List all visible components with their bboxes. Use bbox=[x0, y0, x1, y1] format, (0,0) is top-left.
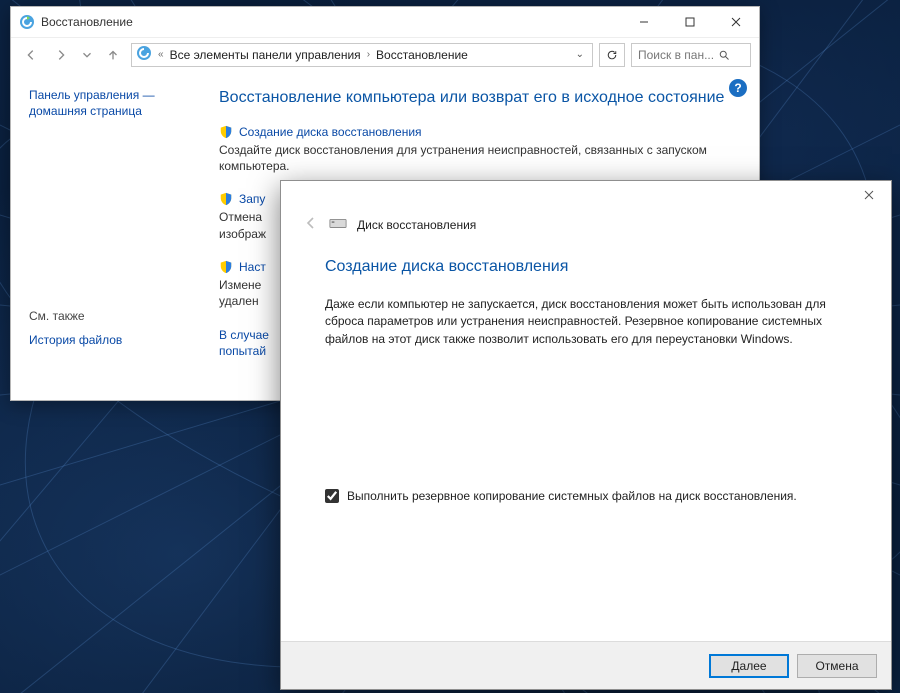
cp-window-title: Восстановление bbox=[41, 15, 621, 29]
wz-next-button[interactable]: Далее bbox=[709, 654, 789, 678]
breadcrumb-separator-icon: › bbox=[367, 49, 370, 60]
nav-up-button[interactable] bbox=[101, 43, 125, 67]
cp-desc-create-recovery: Создайте диск восстановления для устране… bbox=[219, 142, 735, 174]
minimize-button[interactable] bbox=[621, 7, 667, 37]
nav-back-button[interactable] bbox=[19, 43, 43, 67]
uac-shield-icon bbox=[219, 192, 233, 206]
uac-shield-icon bbox=[219, 260, 233, 274]
drive-icon bbox=[329, 216, 347, 233]
uac-shield-icon bbox=[219, 125, 233, 139]
wz-backup-checkbox-label[interactable]: Выполнить резервное копирование системны… bbox=[347, 488, 797, 504]
recovery-wizard-window: Диск восстановления Создание диска восст… bbox=[280, 180, 892, 690]
wz-header-title: Диск восстановления bbox=[357, 218, 476, 232]
sidebar-home-link[interactable]: Панель управления — домашняя страница bbox=[29, 87, 189, 119]
help-icon[interactable]: ? bbox=[729, 79, 747, 97]
sidebar-see-also-label: См. также bbox=[29, 309, 189, 323]
sidebar-file-history-link[interactable]: История файлов bbox=[29, 333, 189, 347]
wz-header: Диск восстановления bbox=[281, 209, 891, 234]
cp-link-create-recovery[interactable]: Создание диска восстановления bbox=[239, 125, 422, 139]
wz-heading: Создание диска восстановления bbox=[325, 258, 847, 276]
search-box[interactable]: Поиск в пан... bbox=[631, 43, 751, 67]
close-button[interactable] bbox=[713, 7, 759, 37]
recovery-app-icon bbox=[19, 14, 35, 30]
wz-paragraph: Даже если компьютер не запускается, диск… bbox=[325, 296, 847, 348]
search-icon bbox=[718, 49, 730, 61]
address-bar[interactable]: « Все элементы панели управления › Восст… bbox=[131, 43, 593, 67]
wz-footer: Далее Отмена bbox=[281, 641, 891, 689]
breadcrumb-item-all[interactable]: Все элементы панели управления bbox=[170, 48, 361, 62]
cp-link-restore[interactable]: Запу bbox=[239, 192, 265, 206]
wz-titlebar[interactable] bbox=[281, 181, 891, 209]
cp-sidebar: Панель управления — домашняя страница См… bbox=[11, 71, 201, 400]
wz-close-button[interactable] bbox=[849, 183, 889, 207]
cp-titlebar[interactable]: Восстановление bbox=[11, 7, 759, 37]
breadcrumb-item-recovery[interactable]: Восстановление bbox=[376, 48, 468, 62]
search-placeholder: Поиск в пан... bbox=[638, 48, 714, 62]
cp-navbar: « Все элементы панели управления › Восст… bbox=[11, 37, 759, 71]
nav-forward-button[interactable] bbox=[49, 43, 73, 67]
cp-main-heading: Восстановление компьютера или возврат ег… bbox=[219, 89, 735, 107]
nav-recent-button[interactable] bbox=[79, 43, 95, 67]
wz-cancel-button[interactable]: Отмена bbox=[797, 654, 877, 678]
breadcrumb-back-chevron[interactable]: « bbox=[158, 49, 164, 60]
address-dropdown-icon[interactable]: ⌄ bbox=[576, 49, 584, 60]
cp-item-create-recovery: Создание диска восстановления Создайте д… bbox=[219, 125, 735, 174]
recovery-small-icon bbox=[136, 45, 152, 64]
wz-backup-checkbox[interactable] bbox=[325, 489, 339, 503]
wz-body: Создание диска восстановления Даже если … bbox=[281, 234, 891, 641]
maximize-button[interactable] bbox=[667, 7, 713, 37]
wz-back-button bbox=[303, 215, 319, 234]
cp-link-configure[interactable]: Наст bbox=[239, 260, 266, 274]
refresh-button[interactable] bbox=[599, 43, 625, 67]
